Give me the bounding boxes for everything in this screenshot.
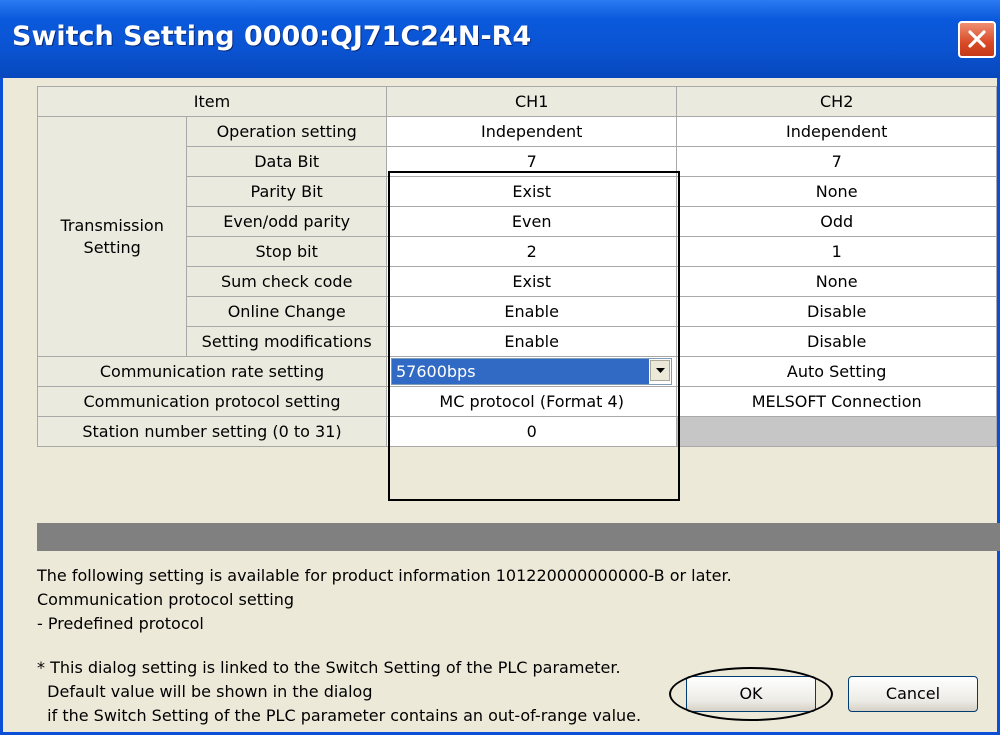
dialog-client-area: Item CH1 CH2 Transmission Setting Operat…: [3, 78, 1000, 735]
ch2-setting-modifications[interactable]: Disable: [676, 326, 997, 357]
header-ch1: CH1: [385, 86, 678, 117]
dropdown-arrow-button[interactable]: [650, 360, 671, 381]
table-row: Station number setting (0 to 31) 0: [37, 416, 997, 447]
row-label-even-odd-parity: Even/odd parity: [186, 206, 387, 237]
ch1-even-odd-parity[interactable]: Even: [385, 206, 678, 237]
ch2-online-change[interactable]: Disable: [676, 296, 997, 327]
ch2-sum-check-code[interactable]: None: [676, 266, 997, 297]
title-bar[interactable]: Switch Setting 0000:QJ71C24N-R4: [0, 0, 1000, 78]
row-label-setting-modifications: Setting modifications: [186, 326, 387, 357]
close-icon: [968, 30, 986, 48]
table-row: Communication protocol setting MC protoc…: [37, 386, 997, 417]
ch1-online-change[interactable]: Enable: [385, 296, 678, 327]
row-label-sum-check-code: Sum check code: [186, 266, 387, 297]
row-label-stop-bit: Stop bit: [186, 236, 387, 267]
note-line-1: The following setting is available for p…: [37, 566, 732, 585]
ch1-setting-modifications[interactable]: Enable: [385, 326, 678, 357]
row-label-operation-setting: Operation setting: [186, 116, 387, 147]
ch2-stop-bit[interactable]: 1: [676, 236, 997, 267]
ch1-communication-rate-cell: 57600bps: [385, 356, 678, 387]
note-line-2: Communication protocol setting: [37, 590, 295, 609]
ch1-sum-check-code[interactable]: Exist: [385, 266, 678, 297]
ch1-station-number[interactable]: 0: [385, 416, 678, 447]
row-label-communication-protocol: Communication protocol setting: [37, 386, 387, 417]
switch-setting-table: Item CH1 CH2 Transmission Setting Operat…: [36, 86, 997, 447]
ch1-operation-setting[interactable]: Independent: [385, 116, 678, 147]
header-item: Item: [37, 86, 387, 117]
communication-rate-dropdown[interactable]: 57600bps: [391, 358, 673, 385]
cancel-button[interactable]: Cancel: [848, 676, 978, 712]
ch2-even-odd-parity[interactable]: Odd: [676, 206, 997, 237]
row-label-online-change: Online Change: [186, 296, 387, 327]
ch1-data-bit[interactable]: 7: [385, 146, 678, 177]
close-button[interactable]: [958, 21, 996, 58]
status-bar: [37, 523, 1000, 551]
ch2-parity-bit[interactable]: None: [676, 176, 997, 207]
group-label-line1: Transmission: [60, 215, 164, 235]
ch2-communication-rate[interactable]: Auto Setting: [676, 356, 997, 387]
transmission-setting-group-label: Transmission Setting: [36, 116, 188, 357]
row-label-station-number: Station number setting (0 to 31): [37, 416, 387, 447]
row-label-parity-bit: Parity Bit: [186, 176, 387, 207]
communication-rate-selected: 57600bps: [392, 359, 650, 384]
table-header-row: Item CH1 CH2: [37, 86, 997, 117]
table-row: Transmission Setting Operation setting I…: [36, 116, 997, 357]
ch1-stop-bit[interactable]: 2: [385, 236, 678, 267]
note-line-3: - Predefined protocol: [37, 614, 204, 633]
group-label-line2: Setting: [83, 237, 141, 257]
row-label-data-bit: Data Bit: [186, 146, 387, 177]
ch2-station-number-disabled: [676, 416, 997, 447]
note-line-6: if the Switch Setting of the PLC paramet…: [37, 706, 642, 725]
note-line-4: * This dialog setting is linked to the S…: [37, 658, 621, 677]
ok-button[interactable]: OK: [686, 676, 816, 712]
header-ch2: CH2: [676, 86, 997, 117]
ch1-communication-protocol[interactable]: MC protocol (Format 4): [385, 386, 678, 417]
ch2-operation-setting[interactable]: Independent: [676, 116, 997, 147]
ch2-data-bit[interactable]: 7: [676, 146, 997, 177]
chevron-down-icon: [656, 368, 666, 373]
table-row: Communication rate setting 57600bps Auto…: [37, 356, 997, 387]
switch-setting-dialog: Switch Setting 0000:QJ71C24N-R4 Item CH1…: [0, 0, 1000, 735]
ch1-parity-bit[interactable]: Exist: [385, 176, 678, 207]
ch2-communication-protocol[interactable]: MELSOFT Connection: [676, 386, 997, 417]
dialog-title: Switch Setting 0000:QJ71C24N-R4: [12, 21, 532, 52]
row-label-communication-rate: Communication rate setting: [37, 356, 387, 387]
note-line-5: Default value will be shown in the dialo…: [37, 682, 373, 701]
